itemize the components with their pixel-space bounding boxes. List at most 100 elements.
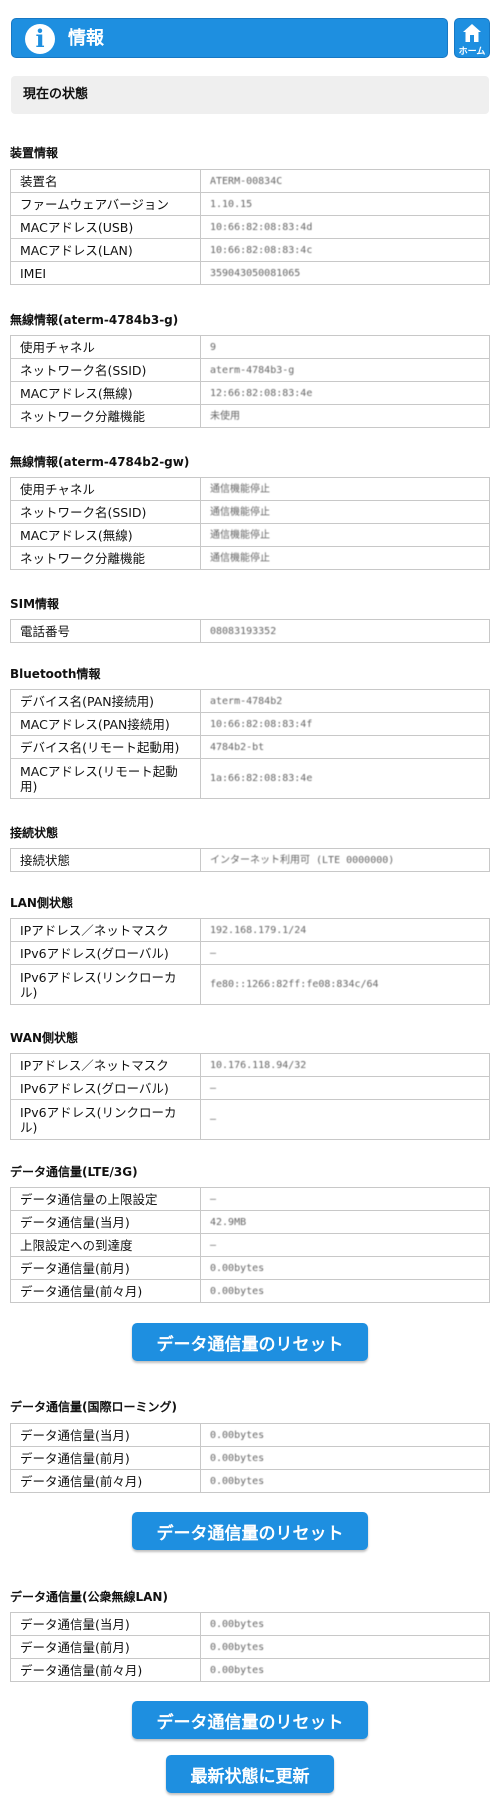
- row-label: データ通信量(前月): [10, 1256, 201, 1280]
- section-title-device: 装置情報: [10, 146, 59, 160]
- row-value: 4784b2-bt: [200, 735, 490, 759]
- reset-roaming-button[interactable]: データ通信量のリセット: [132, 1512, 368, 1550]
- row-label: データ通信量の上限設定: [10, 1187, 201, 1211]
- row-value: —: [200, 1099, 490, 1140]
- status-heading-box: 現在の状態: [11, 76, 489, 114]
- table-row: ネットワーク名(SSID) 通信機能停止: [10, 500, 490, 524]
- row-value: 0.00bytes: [200, 1635, 490, 1659]
- row-value: 0.00bytes: [200, 1446, 490, 1470]
- home-icon: [463, 24, 481, 42]
- table-row: 使用チャネル 通信機能停止: [10, 477, 490, 501]
- table-row: ネットワーク名(SSID) aterm-4784b3-g: [10, 358, 490, 382]
- row-label: データ通信量(前月): [10, 1446, 201, 1470]
- row-value: —: [200, 941, 490, 965]
- table-row: データ通信量(当月) 42.9MB: [10, 1210, 490, 1234]
- section-title-bluetooth: Bluetooth情報: [10, 667, 101, 681]
- row-label: データ通信量(前々月): [10, 1469, 201, 1493]
- section-title-lan: LAN側状態: [10, 896, 73, 910]
- row-label: ネットワーク分離機能: [10, 404, 201, 428]
- table-row: データ通信量(前月) 0.00bytes: [10, 1446, 490, 1470]
- row-value: 12:66:82:08:83:4e: [200, 381, 490, 405]
- reset-public-button[interactable]: データ通信量のリセット: [132, 1701, 368, 1739]
- wireless-1-table: 使用チャネル 9 ネットワーク名(SSID) aterm-4784b3-g MACア…: [10, 335, 490, 428]
- row-label: MACアドレス(USB): [10, 215, 201, 239]
- table-row: ネットワーク分離機能 通信機能停止: [10, 546, 490, 570]
- row-value: 1.10.15: [200, 192, 490, 216]
- row-value: aterm-4784b2: [200, 689, 490, 713]
- row-label: データ通信量(当月): [10, 1423, 201, 1447]
- table-row: IPv6アドレス(グローバル) —: [10, 941, 490, 965]
- row-label: IPアドレス／ネットマスク: [10, 1053, 201, 1077]
- row-label: MACアドレス(無線): [10, 381, 201, 405]
- table-row: ファームウェアバージョン 1.10.15: [10, 192, 490, 216]
- section-title-wireless-2: 無線情報(aterm-4784b2-gw): [10, 455, 190, 469]
- header: i 情報 ホーム: [0, 0, 500, 70]
- row-label: 電話番号: [10, 619, 201, 643]
- home-button[interactable]: ホーム: [454, 18, 490, 58]
- row-value: 通信機能停止: [200, 500, 490, 524]
- row-value: 0.00bytes: [200, 1279, 490, 1303]
- row-value: 通信機能停止: [200, 523, 490, 547]
- row-label: ネットワーク分離機能: [10, 546, 201, 570]
- table-row: データ通信量(前々月) 0.00bytes: [10, 1658, 490, 1682]
- table-row: デバイス名(PAN接続用) aterm-4784b2: [10, 689, 490, 713]
- row-value: 1a:66:82:08:83:4e: [200, 758, 490, 799]
- table-row: データ通信量(当月) 0.00bytes: [10, 1423, 490, 1447]
- row-label: ファームウェアバージョン: [10, 192, 201, 216]
- section-title-data-roaming: データ通信量(国際ローミング): [10, 1400, 177, 1414]
- section-title-wireless-1: 無線情報(aterm-4784b3-g): [10, 313, 179, 327]
- status-heading: 現在の状態: [23, 87, 89, 102]
- row-value: 10:66:82:08:83:4f: [200, 712, 490, 736]
- row-value: 0.00bytes: [200, 1612, 490, 1636]
- table-row: 接続状態 インターネット利用可 (LTE 0000000): [10, 848, 490, 872]
- table-row: MACアドレス(PAN接続用) 10:66:82:08:83:4f: [10, 712, 490, 736]
- device-table: 装置名 ATERM-00834C ファームウェアバージョン 1.10.15 MACア…: [10, 169, 490, 285]
- table-row: MACアドレス(リモート起動用) 1a:66:82:08:83:4e: [10, 758, 490, 799]
- table-row: IMEI 359043050081065: [10, 261, 490, 285]
- section-title-data-lte: データ通信量(LTE/3G): [10, 1165, 138, 1179]
- row-value: 0.00bytes: [200, 1256, 490, 1280]
- home-label: ホーム: [458, 47, 486, 57]
- row-label: IPv6アドレス(リンクローカル): [10, 1099, 201, 1140]
- reset-lte-button[interactable]: データ通信量のリセット: [132, 1323, 368, 1361]
- row-label: 装置名: [10, 169, 201, 193]
- row-value: ATERM-00834C: [200, 169, 490, 193]
- row-value: 9: [200, 335, 490, 359]
- table-row: データ通信量(当月) 0.00bytes: [10, 1612, 490, 1636]
- row-label: デバイス名(PAN接続用): [10, 689, 201, 713]
- table-row: 上限設定への到達度 —: [10, 1233, 490, 1257]
- table-row: MACアドレス(無線) 12:66:82:08:83:4e: [10, 381, 490, 405]
- row-label: IPアドレス／ネットマスク: [10, 918, 201, 942]
- row-value: aterm-4784b3-g: [200, 358, 490, 382]
- table-row: IPアドレス／ネットマスク 10.176.118.94/32: [10, 1053, 490, 1077]
- row-label: MACアドレス(PAN接続用): [10, 712, 201, 736]
- row-value: —: [200, 1233, 490, 1257]
- section-title-data-public: データ通信量(公衆無線LAN): [10, 1590, 168, 1604]
- row-label: IPv6アドレス(グローバル): [10, 1076, 201, 1100]
- data-public-table: データ通信量(当月) 0.00bytes データ通信量(前月) 0.00bytes …: [10, 1612, 490, 1682]
- row-label: 使用チャネル: [10, 335, 201, 359]
- data-lte-table: データ通信量の上限設定 — データ通信量(当月) 42.9MB 上限設定への到達度 —…: [10, 1187, 490, 1303]
- row-label: IPv6アドレス(グローバル): [10, 941, 201, 965]
- table-row: ネットワーク分離機能 未使用: [10, 404, 490, 428]
- row-label: デバイス名(リモート起動用): [10, 735, 201, 759]
- row-value: 359043050081065: [200, 261, 490, 285]
- table-row: デバイス名(リモート起動用) 4784b2-bt: [10, 735, 490, 759]
- row-label: MACアドレス(無線): [10, 523, 201, 547]
- row-value: 08083193352: [200, 619, 490, 643]
- table-row: IPv6アドレス(グローバル) —: [10, 1076, 490, 1100]
- row-value: インターネット利用可 (LTE 0000000): [200, 848, 490, 872]
- row-label: データ通信量(前々月): [10, 1279, 201, 1303]
- row-label: IPv6アドレス(リンクローカル): [10, 964, 201, 1005]
- table-row: データ通信量(前月) 0.00bytes: [10, 1256, 490, 1280]
- title-bar: i 情報: [11, 18, 448, 58]
- table-row: MACアドレス(無線) 通信機能停止: [10, 523, 490, 547]
- wan-table: IPアドレス／ネットマスク 10.176.118.94/32 IPv6アドレス(グ…: [10, 1053, 490, 1140]
- row-value: 10:66:82:08:83:4c: [200, 238, 490, 262]
- row-value: 通信機能停止: [200, 477, 490, 501]
- refresh-button[interactable]: 最新状態に更新: [166, 1755, 334, 1793]
- table-row: データ通信量(前々月) 0.00bytes: [10, 1279, 490, 1303]
- table-row: データ通信量(前々月) 0.00bytes: [10, 1469, 490, 1493]
- row-label: 上限設定への到達度: [10, 1233, 201, 1257]
- table-row: 使用チャネル 9: [10, 335, 490, 359]
